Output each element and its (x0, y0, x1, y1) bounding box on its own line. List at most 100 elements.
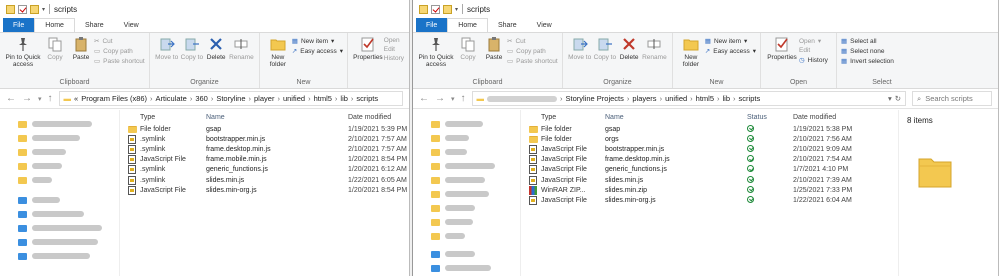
refresh-icon[interactable]: ↻ (895, 94, 901, 103)
tab-share[interactable]: Share (488, 18, 527, 32)
nav-item[interactable] (18, 208, 119, 220)
breadcrumb-item[interactable]: 360 (195, 94, 208, 103)
new-folder-icon[interactable] (30, 4, 39, 14)
breadcrumb-item[interactable]: Program Files (x86) (81, 94, 147, 103)
open-button[interactable]: Open (384, 37, 404, 44)
back-arrow-icon[interactable]: ← (419, 93, 429, 104)
properties-button[interactable]: Properties (765, 36, 799, 61)
file-row[interactable]: .symlink bootstrapper.min.js 2/10/2021 7:5… (128, 134, 409, 144)
file-row[interactable]: JavaScript File generic_functions.js 1/7/2… (529, 165, 898, 175)
chevron-down-icon[interactable]: ▾ (42, 6, 45, 13)
nav-item[interactable] (431, 160, 520, 172)
file-row[interactable]: File folder gsap 1/19/2021 5:38 PM (529, 124, 898, 134)
chevron-down-icon[interactable]: ▾ (451, 95, 455, 103)
column-header-date[interactable]: Date modified (793, 114, 893, 121)
open-button[interactable]: Open ▾ (799, 37, 828, 46)
nav-item[interactable] (431, 216, 520, 228)
column-header-date[interactable]: Date modified (292, 114, 391, 121)
nav-item[interactable] (18, 146, 119, 158)
nav-item[interactable] (18, 118, 119, 130)
breadcrumb-item[interactable]: players (632, 94, 656, 103)
move-to-button[interactable]: Move to (567, 36, 592, 61)
new-item-button[interactable]: ▦ New item ▾ (292, 37, 343, 46)
breadcrumb-item[interactable]: player (254, 94, 274, 103)
up-arrow-icon[interactable]: ↑ (461, 93, 466, 104)
tab-share[interactable]: Share (75, 18, 114, 32)
select-all-button[interactable]: ▦ Select all (841, 37, 894, 46)
file-row[interactable]: JavaScript File slides.min-org.js 1/22/202… (529, 195, 898, 205)
chevron-down-icon[interactable]: ▾ (455, 6, 458, 13)
nav-item[interactable] (431, 202, 520, 214)
breadcrumb-item[interactable]: Storyline Projects (566, 94, 624, 103)
rename-button[interactable]: Rename (228, 36, 255, 61)
file-row[interactable]: .symlink slides.min.js 1/22/2021 6:05 AM (128, 175, 409, 185)
pin-to-quick-access-button[interactable]: Pin to Quick access (417, 36, 455, 68)
nav-item[interactable] (431, 132, 520, 144)
copy-button[interactable]: Copy (42, 36, 68, 61)
breadcrumb-item[interactable]: html5 (696, 94, 714, 103)
history-button[interactable]: ◷ History (799, 56, 828, 65)
forward-arrow-icon[interactable]: → (435, 93, 445, 104)
rename-button[interactable]: Rename (641, 36, 668, 61)
breadcrumb-item[interactable]: unified (283, 94, 305, 103)
file-row[interactable]: File folder gsap 1/19/2021 5:39 PM (128, 124, 409, 134)
copy-to-button[interactable]: Copy to (592, 36, 617, 61)
nav-item[interactable] (18, 160, 119, 172)
column-header-name[interactable]: Name (605, 114, 743, 121)
file-row[interactable]: File folder orgs 2/10/2021 7:56 AM (529, 134, 898, 144)
tab-file[interactable]: File (416, 18, 448, 32)
tab-home[interactable]: Home (34, 18, 75, 32)
nav-item[interactable] (18, 222, 119, 234)
column-header-status[interactable]: Status (743, 114, 793, 121)
easy-access-button[interactable]: ↗ Easy access ▾ (705, 47, 756, 56)
breadcrumb-item[interactable]: html5 (314, 94, 332, 103)
file-row[interactable]: WinRAR ZIP... slides.min.zip 1/25/2021 7:3… (529, 185, 898, 195)
new-folder-icon[interactable] (443, 4, 452, 14)
nav-item[interactable] (431, 248, 520, 260)
breadcrumb-item[interactable]: lib (340, 94, 348, 103)
tab-file[interactable]: File (3, 18, 35, 32)
nav-item[interactable] (18, 194, 119, 206)
tab-home[interactable]: Home (447, 18, 488, 32)
select-none-button[interactable]: ▦ Select none (841, 47, 894, 56)
nav-item[interactable] (431, 118, 520, 130)
copy-path-button[interactable]: ▭ Copy path (507, 47, 558, 56)
copy-path-button[interactable]: ▭ Copy path (94, 47, 145, 56)
breadcrumb-item[interactable]: Articulate (156, 94, 187, 103)
new-folder-button[interactable]: New folder (264, 36, 292, 68)
move-to-button[interactable]: Move to (154, 36, 179, 61)
column-header-type[interactable]: Type (140, 114, 206, 121)
file-row[interactable]: .symlink generic_functions.js 1/20/2021 6:… (128, 165, 409, 175)
file-row[interactable]: JavaScript File slides.min-org.js 1/20/202… (128, 185, 409, 195)
back-arrow-icon[interactable]: ← (6, 93, 16, 104)
pin-to-quick-access-button[interactable]: Pin to Quick access (4, 36, 42, 68)
search-input[interactable]: ⌕ Search scripts (912, 91, 992, 106)
nav-item[interactable] (431, 174, 520, 186)
nav-item[interactable] (18, 250, 119, 262)
nav-item[interactable] (431, 230, 520, 242)
properties-check-icon[interactable] (18, 4, 27, 14)
breadcrumb-overflow[interactable]: « (74, 94, 78, 103)
chevron-down-icon[interactable]: ▾ (888, 94, 892, 103)
column-header-type[interactable]: Type (541, 114, 605, 121)
chevron-down-icon[interactable]: ▾ (38, 95, 42, 103)
breadcrumb-item-current[interactable]: scripts (356, 94, 378, 103)
nav-item[interactable] (18, 174, 119, 186)
properties-check-icon[interactable] (431, 4, 440, 14)
copy-to-button[interactable]: Copy to (179, 36, 204, 61)
delete-button[interactable]: Delete (618, 36, 641, 61)
paste-button[interactable]: Paste (68, 36, 94, 61)
column-header-name[interactable]: Name (206, 114, 292, 121)
copy-button[interactable]: Copy (455, 36, 481, 61)
tab-view[interactable]: View (114, 18, 149, 32)
edit-button[interactable]: Edit (384, 46, 404, 53)
delete-button[interactable]: Delete (205, 36, 228, 61)
file-row[interactable]: .symlink frame.desktop.min.js 2/10/2021 7:… (128, 144, 409, 154)
file-row[interactable]: JavaScript File frame.desktop.min.js 2/10/… (529, 155, 898, 165)
file-row[interactable]: JavaScript File frame.mobile.min.js 1/20/2… (128, 155, 409, 165)
history-button[interactable]: History (384, 55, 404, 62)
nav-item[interactable] (431, 262, 520, 274)
cut-button[interactable]: ✂ Cut (507, 37, 558, 46)
forward-arrow-icon[interactable]: → (22, 93, 32, 104)
file-row[interactable]: JavaScript File slides.min.js 2/10/2021 7:… (529, 175, 898, 185)
